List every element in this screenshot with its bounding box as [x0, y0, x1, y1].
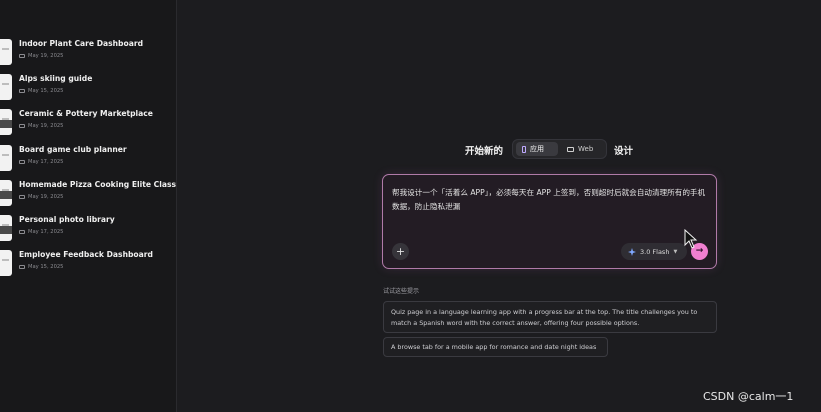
cursor-icon [684, 229, 698, 249]
chevron-down-icon: ▼ [673, 248, 678, 255]
mode-app-button[interactable]: 应用 [516, 142, 558, 156]
suggestions-heading: 试试这些提示 [383, 288, 420, 295]
project-date: May 17, 2025 [28, 159, 64, 165]
project-meta: May 15, 2025 [19, 264, 63, 270]
monitor-icon [19, 265, 25, 269]
project-meta: May 19, 2025 [19, 194, 63, 200]
suggestion-chip[interactable]: Quiz page in a language learning app wit… [383, 301, 717, 333]
phone-icon [522, 145, 526, 153]
monitor-icon [19, 124, 25, 128]
project-date: May 15, 2025 [28, 88, 64, 94]
sparkle-icon [628, 247, 636, 256]
project-title: Board game club planner [19, 145, 127, 154]
project-thumbnail [0, 74, 12, 100]
project-title: Homemade Pizza Cooking Elite Class [19, 180, 176, 189]
project-meta: May 15, 2025 [19, 88, 63, 94]
mode-app-label: 应用 [530, 145, 544, 153]
project-title: Alps skiing guide [19, 74, 93, 83]
suggestion-chip[interactable]: A browse tab for a mobile app for romanc… [383, 337, 608, 357]
monitor-icon [19, 89, 25, 93]
project-title: Personal photo library [19, 215, 115, 224]
project-thumbnail [0, 145, 12, 171]
project-item[interactable]: Personal photo library May 17, 2025 [0, 215, 176, 245]
project-meta: May 19, 2025 [19, 123, 63, 129]
project-item[interactable]: Ceramic & Pottery Marketplace May 19, 20… [0, 109, 176, 139]
project-thumbnail [0, 215, 12, 241]
monitor-icon [19, 230, 25, 234]
monitor-icon [567, 146, 574, 152]
project-date: May 19, 2025 [28, 123, 64, 129]
project-thumbnail [0, 109, 12, 135]
project-title: Ceramic & Pottery Marketplace [19, 109, 153, 118]
project-date: May 15, 2025 [28, 264, 64, 270]
monitor-icon [19, 160, 25, 164]
project-item[interactable]: Homemade Pizza Cooking Elite Class May 1… [0, 180, 176, 210]
project-thumbnail [0, 39, 12, 65]
project-meta: May 19, 2025 [19, 53, 63, 59]
monitor-icon [19, 54, 25, 58]
mode-web-button[interactable]: Web [561, 142, 603, 156]
prompt-input[interactable]: 帮我设计一个「活着么 APP」，必须每天在 APP 上签到，否则超时后就会自动清… [392, 186, 707, 214]
mode-web-label: Web [578, 145, 594, 153]
project-title: Indoor Plant Care Dashboard [19, 39, 144, 48]
model-selector[interactable]: 3.0 Flash ▼ [621, 243, 687, 260]
project-item[interactable]: Employee Feedback Dashboard May 15, 2025 [0, 250, 176, 280]
project-meta: May 17, 2025 [19, 159, 63, 165]
model-label: 3.0 Flash [640, 247, 670, 256]
prompt-box[interactable]: 帮我设计一个「活着么 APP」，必须每天在 APP 上签到，否则超时后就会自动清… [382, 174, 717, 269]
project-date: May 17, 2025 [28, 229, 64, 235]
mode-switch: 应用 Web [512, 139, 607, 159]
project-meta: May 17, 2025 [19, 229, 63, 235]
project-item[interactable]: Board game club planner May 17, 2025 [0, 145, 176, 175]
sidebar: Indoor Plant Care Dashboard May 19, 2025… [0, 0, 177, 412]
project-title: Employee Feedback Dashboard [19, 250, 153, 259]
monitor-icon [19, 195, 25, 199]
project-item[interactable]: Indoor Plant Care Dashboard May 19, 2025 [0, 39, 176, 69]
design-label: 设计 [614, 146, 634, 157]
project-date: May 19, 2025 [28, 53, 64, 59]
watermark: CSDN @calm一1 [703, 390, 794, 403]
project-thumbnail [0, 250, 12, 276]
add-attachment-button[interactable]: + [392, 243, 409, 260]
start-new-label: 开始新的 [465, 146, 504, 157]
project-thumbnail [0, 180, 12, 206]
project-item[interactable]: Alps skiing guide May 15, 2025 [0, 74, 176, 104]
app-root: Indoor Plant Care Dashboard May 19, 2025… [0, 0, 821, 412]
project-date: May 19, 2025 [28, 194, 64, 200]
